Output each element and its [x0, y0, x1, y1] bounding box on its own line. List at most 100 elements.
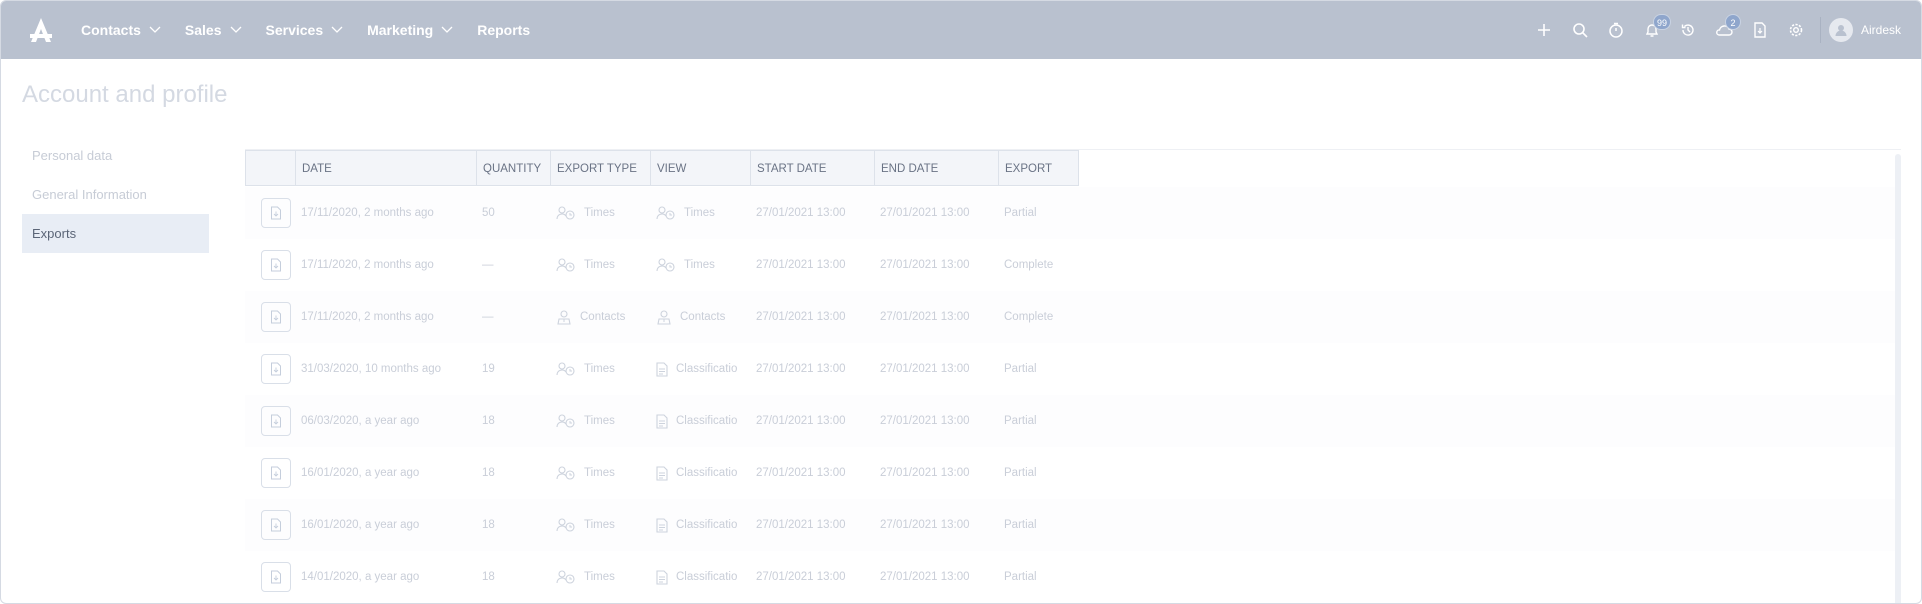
- side-item-general-information[interactable]: General Information: [22, 175, 209, 214]
- download-export-button[interactable]: [261, 198, 291, 228]
- cell-view: Times: [650, 239, 750, 291]
- nav-services[interactable]: Services: [266, 1, 344, 59]
- cell-export-type-label: Contacts: [580, 311, 626, 323]
- file-download-icon: [271, 362, 281, 376]
- column-header-select: [245, 150, 295, 186]
- row-action-cell: [245, 187, 295, 239]
- column-header-date[interactable]: DATE: [295, 150, 476, 186]
- side-item-personal-data[interactable]: Personal data: [22, 136, 209, 175]
- airdesk-logo[interactable]: [1, 1, 81, 59]
- cell-start-date: 27/01/2021 13:00: [756, 311, 846, 323]
- file-button[interactable]: [1742, 1, 1778, 59]
- side-item-exports[interactable]: Exports: [22, 214, 209, 253]
- history-button[interactable]: [1670, 1, 1706, 59]
- cell-view-label: Times: [684, 259, 715, 271]
- cell-export-type-label: Times: [584, 571, 615, 583]
- table-row[interactable]: 06/03/2020, a year ago 18 Times Classifi…: [245, 395, 1901, 447]
- cell-export: Partial: [1004, 571, 1037, 583]
- cell-export: Partial: [1004, 363, 1037, 375]
- cloud-button[interactable]: 2: [1706, 1, 1742, 59]
- user-menu[interactable]: Airdesk: [1828, 18, 1921, 42]
- cell-view-label: Classificatio: [676, 519, 738, 531]
- history-icon: [1681, 24, 1694, 36]
- cell-start-date: 27/01/2021 13:00: [756, 415, 846, 427]
- table-row[interactable]: 16/01/2020, a year ago 18 Times Classifi…: [245, 499, 1901, 551]
- cell-export-type: Times: [550, 395, 650, 447]
- cell-date: 31/03/2020, 10 months ago: [301, 363, 442, 375]
- cell-export-type-label: Times: [584, 363, 615, 375]
- document-icon: [656, 465, 668, 481]
- cell-export-type-label: Times: [584, 207, 615, 219]
- search-icon: [1573, 23, 1588, 38]
- timer-button[interactable]: [1598, 1, 1634, 59]
- nav-contacts[interactable]: Contacts: [81, 1, 161, 59]
- user-clock-icon: [556, 414, 576, 428]
- chevron-down-icon: [149, 26, 161, 34]
- file-download-icon: [271, 310, 281, 324]
- search-button[interactable]: [1562, 1, 1598, 59]
- cell-view-label: Times: [684, 207, 715, 219]
- file-download-icon: [271, 206, 281, 220]
- cell-quantity: 18: [482, 415, 495, 427]
- cell-export-type-label: Times: [584, 415, 615, 427]
- table-body: 17/11/2020, 2 months ago 50 Times Times …: [245, 187, 1901, 603]
- download-export-button[interactable]: [261, 302, 291, 332]
- download-export-button[interactable]: [261, 406, 291, 436]
- table-row[interactable]: 17/11/2020, 2 months ago — Times Times 2…: [245, 239, 1901, 291]
- column-header-quantity[interactable]: QUANTITY: [476, 150, 550, 186]
- cell-export-type: Contacts: [550, 291, 650, 343]
- cell-end-date: 27/01/2021 13:00: [880, 259, 970, 271]
- user-clock-icon: [556, 466, 576, 480]
- table-row[interactable]: 16/01/2020, a year ago 18 Times Classifi…: [245, 447, 1901, 499]
- table-row[interactable]: 14/01/2020, a year ago 18 Times Classifi…: [245, 551, 1901, 603]
- cell-view: Classificatio: [650, 343, 750, 395]
- cell-export-type: Times: [550, 447, 650, 499]
- nav-services-label: Services: [265, 22, 324, 38]
- table-row[interactable]: 31/03/2020, 10 months ago 19 Times Class…: [245, 343, 1901, 395]
- nav-reports[interactable]: Reports: [477, 1, 530, 59]
- row-action-cell: [245, 239, 295, 291]
- plus-icon: [1537, 24, 1550, 36]
- column-header-view[interactable]: VIEW: [650, 150, 750, 186]
- cell-export-type: Times: [550, 499, 650, 551]
- download-export-button[interactable]: [261, 562, 291, 592]
- cell-export: Partial: [1004, 519, 1037, 531]
- cell-quantity: 19: [482, 363, 495, 375]
- cell-quantity: —: [482, 259, 494, 271]
- cell-export: Complete: [1004, 311, 1054, 323]
- user-avatar-icon: [1835, 25, 1847, 36]
- cell-start-date: 27/01/2021 13:00: [756, 571, 846, 583]
- cell-end-date: 27/01/2021 13:00: [880, 207, 970, 219]
- column-header-export-type[interactable]: EXPORT TYPE: [550, 150, 650, 186]
- cell-view: Classificatio: [650, 551, 750, 603]
- column-header-export[interactable]: EXPORT: [998, 150, 1079, 186]
- cell-end-date: 27/01/2021 13:00: [880, 571, 970, 583]
- nav-marketing[interactable]: Marketing: [367, 1, 453, 59]
- cell-date: 17/11/2020, 2 months ago: [301, 207, 434, 219]
- vertical-scrollbar[interactable]: [1895, 154, 1901, 603]
- nav-reports-label: Reports: [477, 22, 531, 38]
- table-row[interactable]: 17/11/2020, 2 months ago 50 Times Times …: [245, 187, 1901, 239]
- user-clock-icon: [656, 206, 676, 220]
- cell-export-type-label: Times: [584, 467, 615, 479]
- column-header-start-date[interactable]: START DATE: [750, 150, 874, 186]
- download-export-button[interactable]: [261, 354, 291, 384]
- notifications-button[interactable]: 99: [1634, 1, 1671, 59]
- side-menu: Personal data General Information Export…: [22, 136, 209, 253]
- settings-button[interactable]: [1778, 1, 1814, 59]
- user-clock-icon: [556, 518, 576, 532]
- download-export-button[interactable]: [261, 458, 291, 488]
- cell-start-date: 27/01/2021 13:00: [756, 207, 846, 219]
- nav-sales[interactable]: Sales: [185, 1, 242, 59]
- download-export-button[interactable]: [261, 510, 291, 540]
- table-row[interactable]: 17/11/2020, 2 months ago — Contacts Cont…: [245, 291, 1901, 343]
- cell-view-label: Classificatio: [676, 415, 738, 427]
- column-header-end-date[interactable]: END DATE: [874, 150, 998, 186]
- file-download-icon: [271, 414, 281, 428]
- contact-icon: [656, 309, 672, 325]
- cell-view: Classificatio: [650, 499, 750, 551]
- file-download-icon: [271, 258, 281, 272]
- cell-quantity: 18: [482, 467, 495, 479]
- download-export-button[interactable]: [261, 250, 291, 280]
- add-button[interactable]: [1526, 1, 1562, 59]
